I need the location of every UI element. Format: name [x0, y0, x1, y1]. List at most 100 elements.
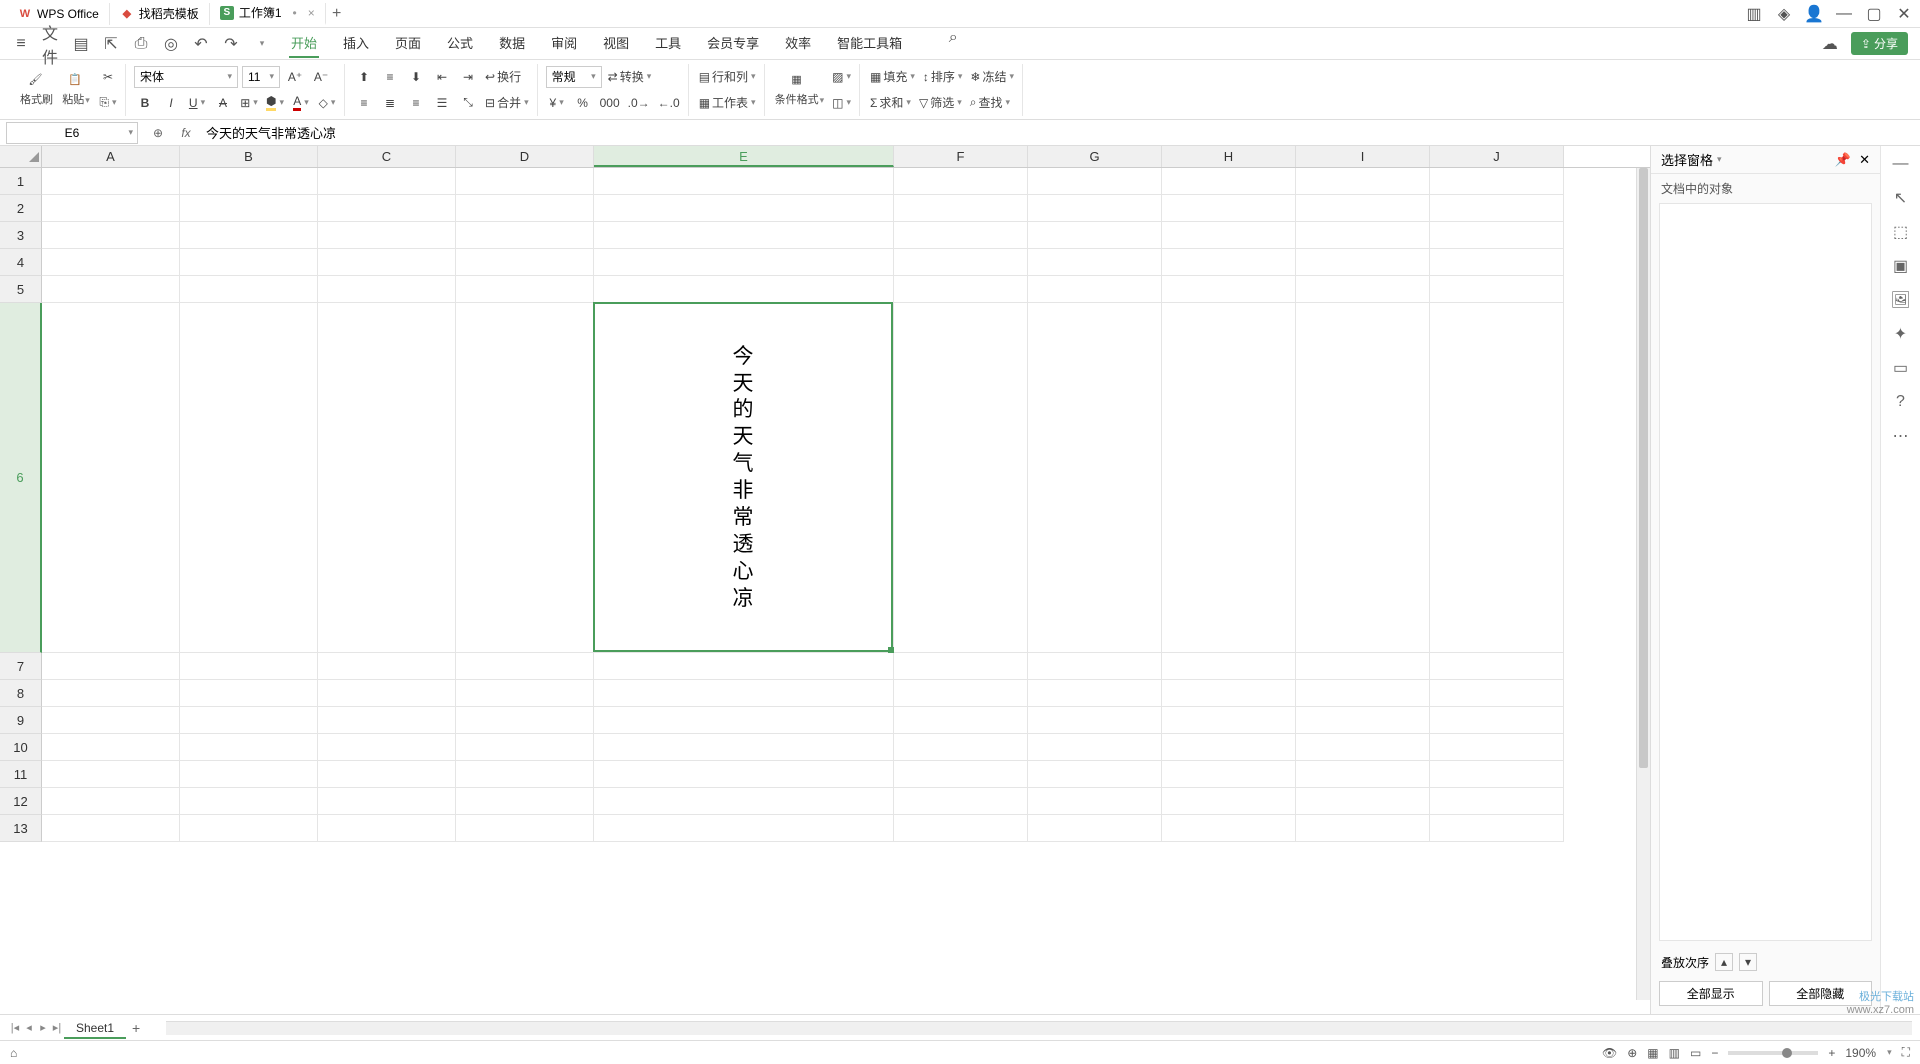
cell[interactable]: [1028, 303, 1162, 653]
cell[interactable]: [1296, 249, 1430, 276]
cell[interactable]: [1430, 788, 1564, 815]
row-8[interactable]: 8: [0, 680, 42, 707]
cell[interactable]: [180, 195, 318, 222]
row-10[interactable]: 10: [0, 734, 42, 761]
cube-icon[interactable]: ◈: [1776, 6, 1792, 22]
col-I[interactable]: I: [1296, 146, 1430, 167]
cell[interactable]: [1162, 734, 1296, 761]
cell[interactable]: [1028, 249, 1162, 276]
fx-icon[interactable]: fx: [176, 126, 196, 140]
cell[interactable]: [42, 680, 180, 707]
currency-button[interactable]: ¥▾: [546, 92, 568, 114]
underline-button[interactable]: U▾: [186, 92, 208, 114]
percent-button[interactable]: %: [572, 92, 594, 114]
cell[interactable]: [1296, 168, 1430, 195]
align-middle-button[interactable]: ≡: [379, 66, 401, 88]
formula-input[interactable]: [200, 122, 1920, 144]
cell[interactable]: [1430, 734, 1564, 761]
zoom-out-button[interactable]: −: [1711, 1046, 1718, 1060]
cell[interactable]: [894, 761, 1028, 788]
cell[interactable]: [1296, 734, 1430, 761]
menu-formula[interactable]: 公式: [445, 29, 475, 58]
border-button[interactable]: ⊞▾: [238, 92, 260, 114]
sheet-nav-first[interactable]: |◂: [8, 1021, 22, 1034]
zoom-in-button[interactable]: +: [1828, 1046, 1835, 1060]
cell[interactable]: [894, 680, 1028, 707]
cell[interactable]: [180, 815, 318, 842]
cell[interactable]: [894, 653, 1028, 680]
increase-font-button[interactable]: A⁺: [284, 66, 306, 88]
style-icon[interactable]: ⬚: [1891, 222, 1911, 242]
cell[interactable]: [1162, 707, 1296, 734]
convert-button[interactable]: ⇄ 转换▾: [606, 66, 654, 88]
row-1[interactable]: 1: [0, 168, 42, 195]
font-color-button[interactable]: A▾: [290, 92, 312, 114]
align-bottom-button[interactable]: ⬇: [405, 66, 427, 88]
cell[interactable]: [456, 168, 594, 195]
cell[interactable]: [180, 303, 318, 653]
cell[interactable]: [180, 680, 318, 707]
sort-button[interactable]: ↕ 排序▾: [921, 66, 965, 88]
row-13[interactable]: 13: [0, 815, 42, 842]
cell[interactable]: [1162, 653, 1296, 680]
more-dd[interactable]: ▾: [253, 35, 271, 53]
cell[interactable]: [1296, 303, 1430, 653]
save-icon[interactable]: ▤: [72, 35, 90, 53]
cell[interactable]: [318, 168, 456, 195]
cell[interactable]: [180, 168, 318, 195]
cell[interactable]: [456, 195, 594, 222]
cell[interactable]: [1430, 815, 1564, 842]
col-F[interactable]: F: [894, 146, 1028, 167]
cell[interactable]: [1162, 249, 1296, 276]
cell[interactable]: [594, 276, 894, 303]
bold-button[interactable]: B: [134, 92, 156, 114]
row-9[interactable]: 9: [0, 707, 42, 734]
cell[interactable]: [318, 734, 456, 761]
row-2[interactable]: 2: [0, 195, 42, 222]
close-window-button[interactable]: ✕: [1896, 6, 1912, 22]
align-left-button[interactable]: ≡: [353, 92, 375, 114]
row-11[interactable]: 11: [0, 761, 42, 788]
menu-view[interactable]: 视图: [601, 29, 631, 58]
user-avatar-icon[interactable]: 👤: [1806, 6, 1822, 22]
cell[interactable]: [180, 734, 318, 761]
row-4[interactable]: 4: [0, 249, 42, 276]
cell[interactable]: [594, 788, 894, 815]
file-menu[interactable]: 文件: [42, 35, 60, 53]
cell[interactable]: [894, 734, 1028, 761]
col-D[interactable]: D: [456, 146, 594, 167]
cell[interactable]: [1430, 276, 1564, 303]
print-icon[interactable]: ⎙: [132, 35, 150, 53]
cell[interactable]: [180, 788, 318, 815]
row-7[interactable]: 7: [0, 653, 42, 680]
cell[interactable]: [1296, 680, 1430, 707]
sum-button[interactable]: Σ 求和▾: [868, 92, 913, 114]
name-box[interactable]: E6▾: [6, 122, 138, 144]
cell[interactable]: [456, 680, 594, 707]
cell[interactable]: [180, 249, 318, 276]
italic-button[interactable]: I: [160, 92, 182, 114]
cell[interactable]: [456, 249, 594, 276]
fill-handle[interactable]: [888, 647, 894, 653]
cell[interactable]: [318, 788, 456, 815]
filter-button[interactable]: ▽ 筛选▾: [917, 92, 964, 114]
cell[interactable]: [1028, 195, 1162, 222]
cell[interactable]: [42, 276, 180, 303]
cell[interactable]: [1430, 168, 1564, 195]
cell[interactable]: [1162, 195, 1296, 222]
device-icon[interactable]: ▭: [1891, 358, 1911, 378]
menu-insert[interactable]: 插入: [341, 29, 371, 58]
cell[interactable]: [42, 168, 180, 195]
format-painter-button[interactable]: 🖌格式刷: [18, 66, 55, 114]
show-all-button[interactable]: 全部显示: [1659, 981, 1763, 1006]
cell[interactable]: [456, 761, 594, 788]
cell[interactable]: [594, 680, 894, 707]
cell[interactable]: [1162, 761, 1296, 788]
cell[interactable]: [1296, 276, 1430, 303]
menu-review[interactable]: 审阅: [549, 29, 579, 58]
order-up-button[interactable]: ▴: [1715, 953, 1733, 971]
horizontal-scrollbar[interactable]: [166, 1021, 1912, 1035]
sheet-nav-prev[interactable]: ◂: [22, 1021, 36, 1034]
merge-button[interactable]: ⊟ 合并▾: [483, 92, 531, 114]
number-format-select[interactable]: 常规▾: [546, 66, 602, 88]
